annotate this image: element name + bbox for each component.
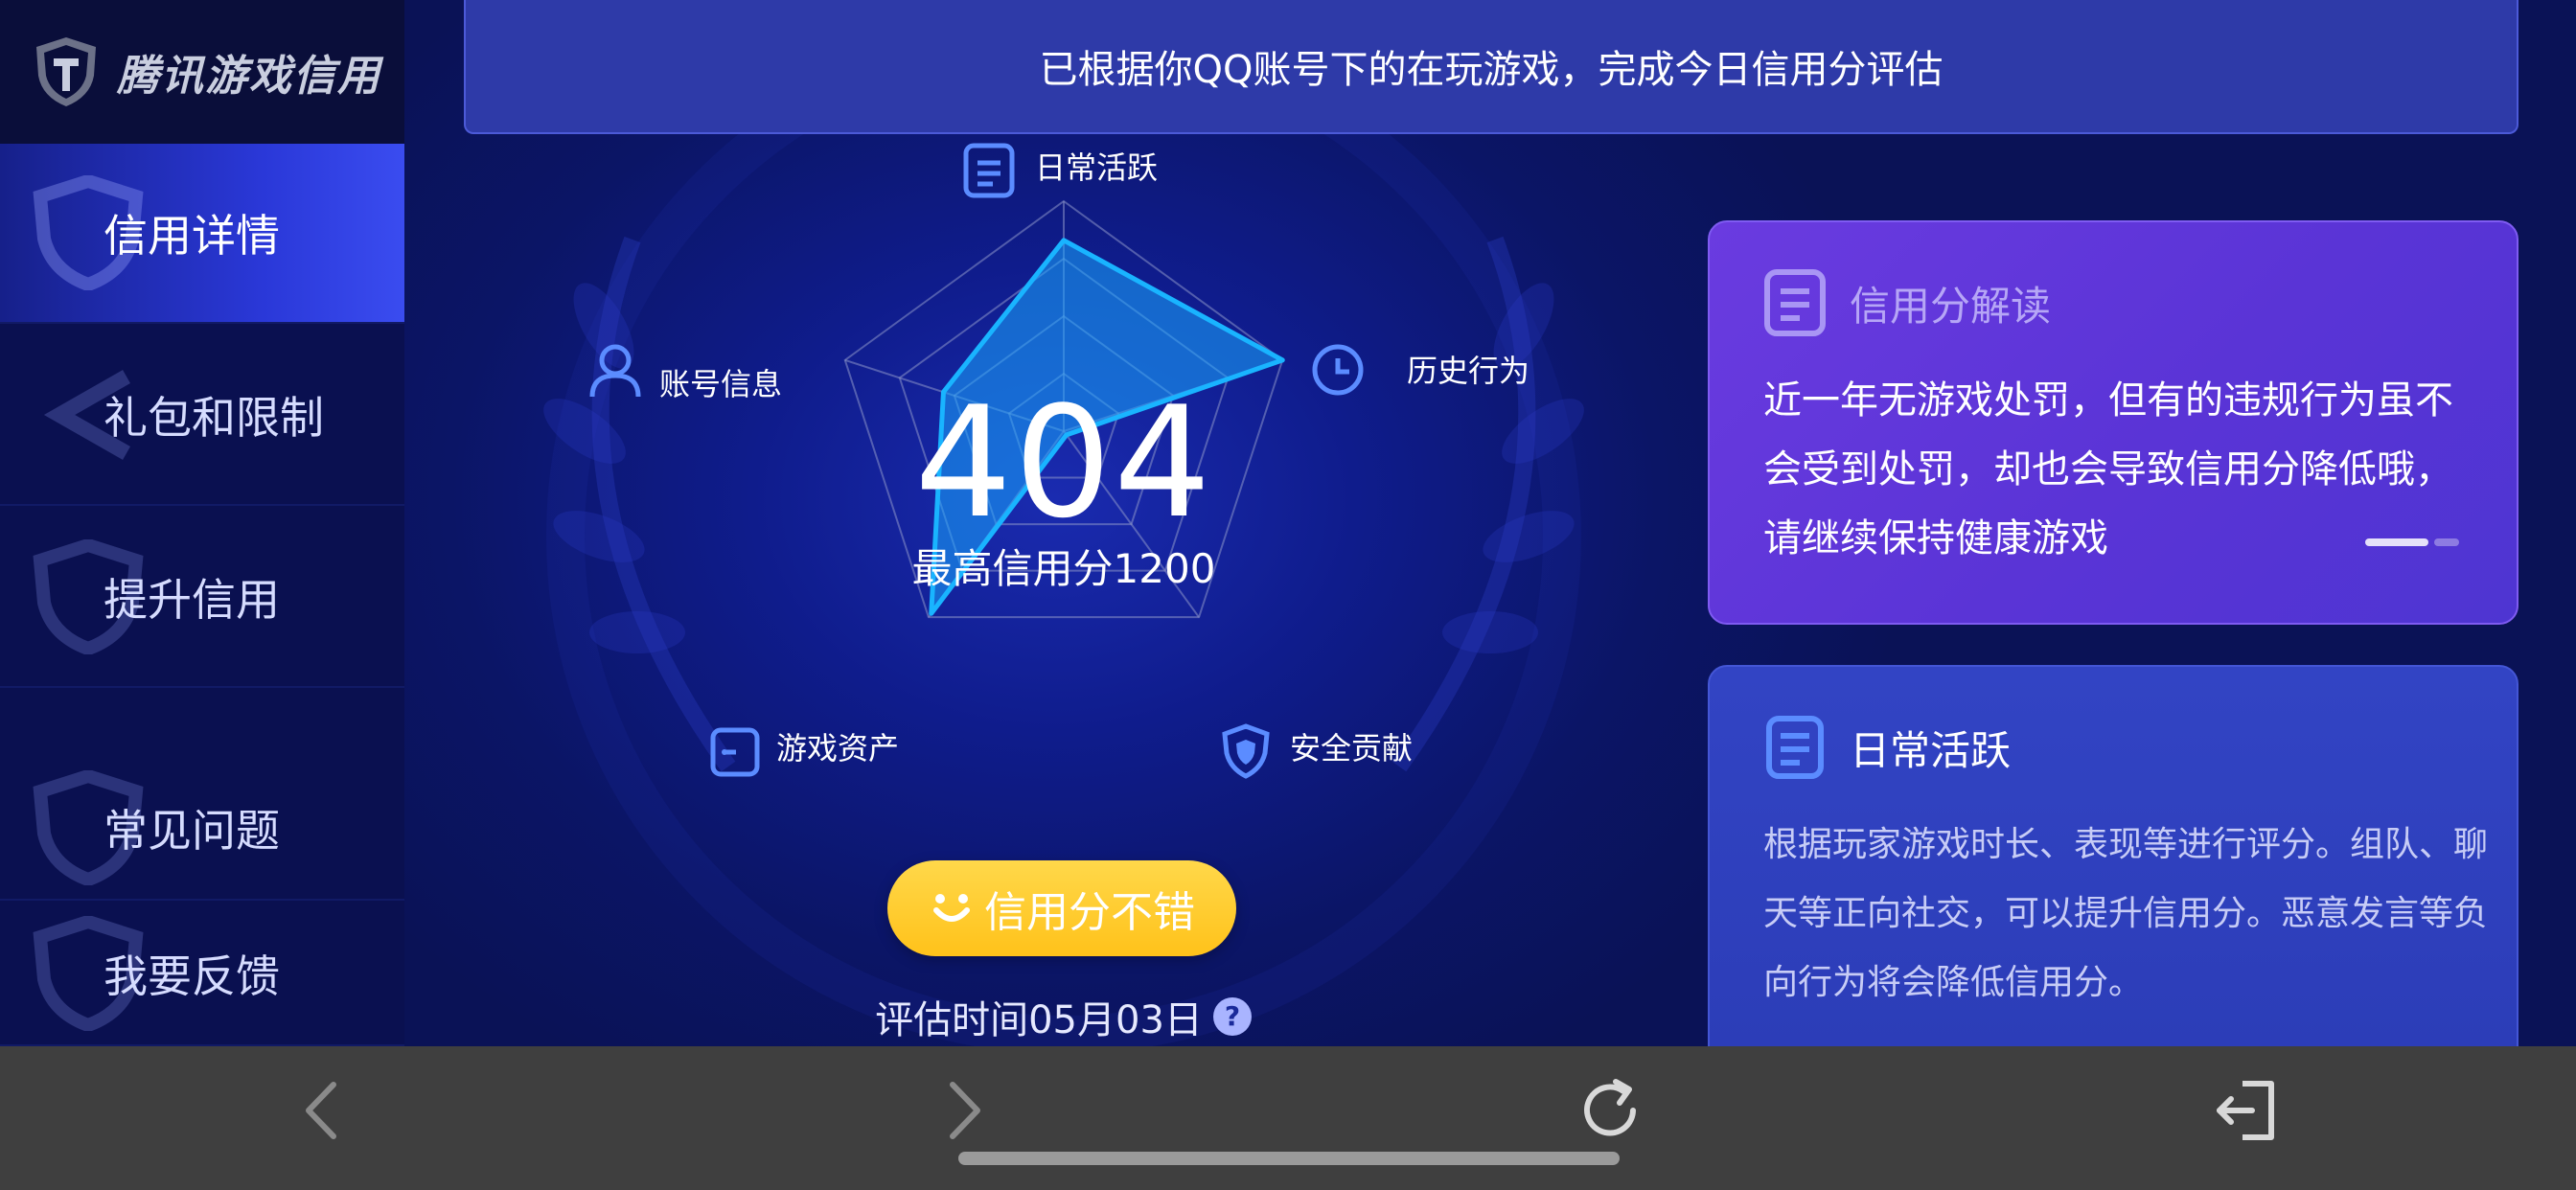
daily-activity-card: 日常活跃 根据玩家游戏时长、表现等进行评分。组队、聊天等正向社交，可以提升信用分… xyxy=(1708,665,2518,1106)
credit-score-value: 404 xyxy=(914,373,1213,552)
axis-label-assets: 游戏资产 xyxy=(776,730,899,767)
smile-icon xyxy=(933,894,970,922)
pagination-dots[interactable] xyxy=(2365,538,2459,546)
home-indicator[interactable] xyxy=(958,1152,1620,1165)
exit-icon xyxy=(2217,1081,2274,1140)
evaluation-banner: 已根据你QQ账号下的在玩游戏，完成今日信用分评估 xyxy=(464,0,2518,134)
shield-logo-icon xyxy=(36,37,96,106)
refresh-button[interactable] xyxy=(1552,1067,1668,1154)
card-body: 根据玩家游戏时长、表现等进行评分。组队、聊天等正向社交，可以提升信用分。恶意发言… xyxy=(1763,825,2489,1002)
forward-button[interactable] xyxy=(907,1067,1022,1154)
exit-button[interactable] xyxy=(2189,1067,2304,1154)
max-score-text: 最高信用分1200 xyxy=(911,545,1216,592)
card-header: 日常活跃 xyxy=(1763,709,2463,786)
sidebar-item-gifts-and-limits[interactable]: 礼包和限制 xyxy=(0,326,404,506)
logo-area: 腾讯游戏信用 xyxy=(0,0,404,144)
card-title: 信用分解读 xyxy=(1850,282,2052,330)
user-icon xyxy=(589,344,641,398)
sidebar-item-label: 信用详情 xyxy=(104,210,280,262)
sidebar-item-feedback[interactable]: 我要反馈 xyxy=(0,903,404,1046)
wallet-icon xyxy=(710,727,760,777)
axis-label-history: 历史行为 xyxy=(1407,353,1530,389)
evaluation-time-text: 评估时间05月03日 xyxy=(875,998,1203,1042)
credit-interpretation-card[interactable]: 信用分解读 近一年无游戏处罚，但有的违规行为虽不会受到处罚，却也会导致信用分降低… xyxy=(1708,220,2518,625)
forward-arrow-icon xyxy=(950,1082,980,1139)
page-dot-active[interactable] xyxy=(2365,538,2428,546)
document-icon xyxy=(1766,716,1824,779)
clock-icon xyxy=(1312,344,1364,396)
shield-icon xyxy=(1222,723,1270,779)
document-icon xyxy=(1764,269,1826,336)
sidebar-item-label: 我要反馈 xyxy=(104,950,280,1002)
help-icon[interactable]: ? xyxy=(1212,996,1253,1037)
card-title: 日常活跃 xyxy=(1850,726,2012,774)
bottom-navigation-bar xyxy=(0,1046,2576,1190)
axis-label-daily: 日常活跃 xyxy=(1035,149,1158,186)
sidebar-item-improve-credit[interactable]: 提升信用 xyxy=(0,508,404,688)
page-dot[interactable] xyxy=(2434,538,2459,546)
axis-label-account: 账号信息 xyxy=(659,366,782,402)
sidebar-item-label: 提升信用 xyxy=(104,574,280,626)
back-arrow-icon xyxy=(306,1082,336,1139)
app-root: 腾讯游戏信用 信用详情 礼包和限制 提升信用 常见问题 我要反馈 已根据你QQ账… xyxy=(0,0,2576,1190)
sidebar-item-label: 常见问题 xyxy=(104,805,280,857)
sidebar-item-label: 礼包和限制 xyxy=(104,392,324,444)
refresh-icon xyxy=(1584,1079,1636,1136)
svg-text:?: ? xyxy=(1225,1000,1240,1032)
sidebar-item-faq[interactable]: 常见问题 xyxy=(0,757,404,901)
credit-status-label: 信用分不错 xyxy=(984,888,1195,937)
back-button[interactable] xyxy=(264,1067,380,1154)
logo-text: 腾讯游戏信用 xyxy=(117,52,381,101)
axis-label-security: 安全贡献 xyxy=(1290,730,1413,767)
calendar-icon xyxy=(963,143,1015,198)
sidebar: 腾讯游戏信用 信用详情 礼包和限制 提升信用 常见问题 我要反馈 xyxy=(0,0,404,1046)
credit-status-pill: 信用分不错 xyxy=(887,860,1236,956)
card-header: 信用分解读 xyxy=(1763,264,2463,341)
sidebar-item-credit-details[interactable]: 信用详情 xyxy=(0,144,404,324)
evaluation-time: 评估时间05月03日 ? xyxy=(843,989,1284,1044)
